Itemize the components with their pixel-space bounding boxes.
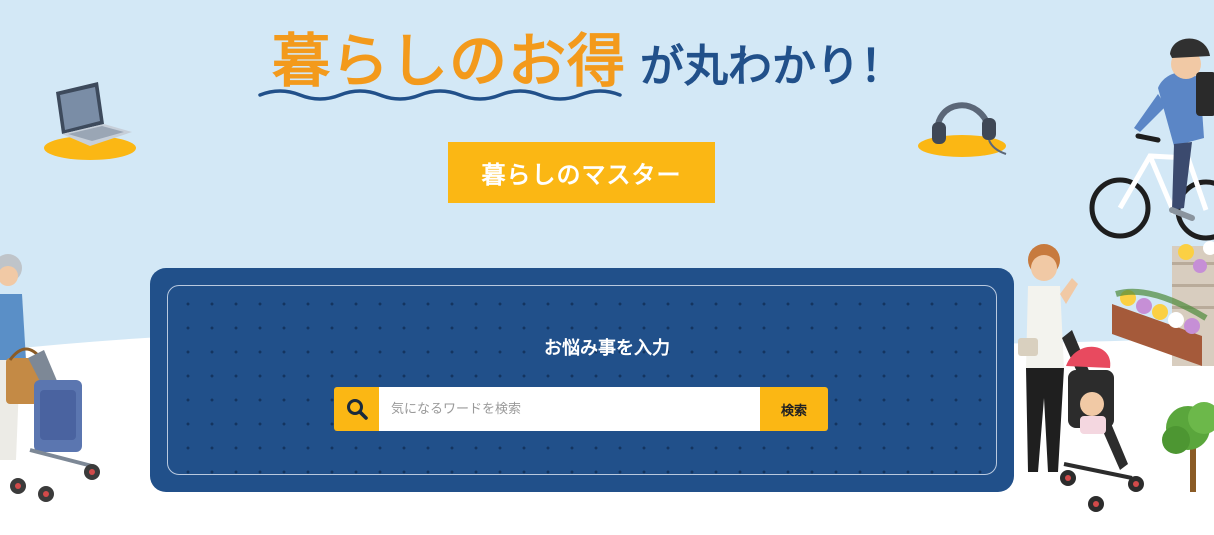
search-icon-box <box>334 387 379 431</box>
parent-with-stroller-illustration <box>1018 244 1144 512</box>
magnifier-icon <box>346 399 368 420</box>
search-heading: お悩み事を入力 <box>544 338 670 359</box>
search-button[interactable]: 検索 <box>760 387 828 431</box>
search-input[interactable] <box>379 387 760 431</box>
search-panel-inner-border <box>167 285 997 475</box>
search-panel <box>150 268 1014 492</box>
tree-illustration <box>1162 402 1214 492</box>
hero-title-rest: が丸わかり！ <box>640 41 905 92</box>
hero-title-accent: 暮らしのお得 <box>272 27 627 95</box>
search-bar: 検索 <box>334 387 828 431</box>
elderly-shopper-illustration <box>0 254 100 502</box>
headphones-icon <box>918 102 1007 157</box>
laptop-icon <box>44 82 136 160</box>
site-badge: 暮らしのマスター <box>448 142 715 203</box>
title-wave-underline <box>258 89 622 101</box>
cyclist-illustration <box>1089 38 1214 241</box>
